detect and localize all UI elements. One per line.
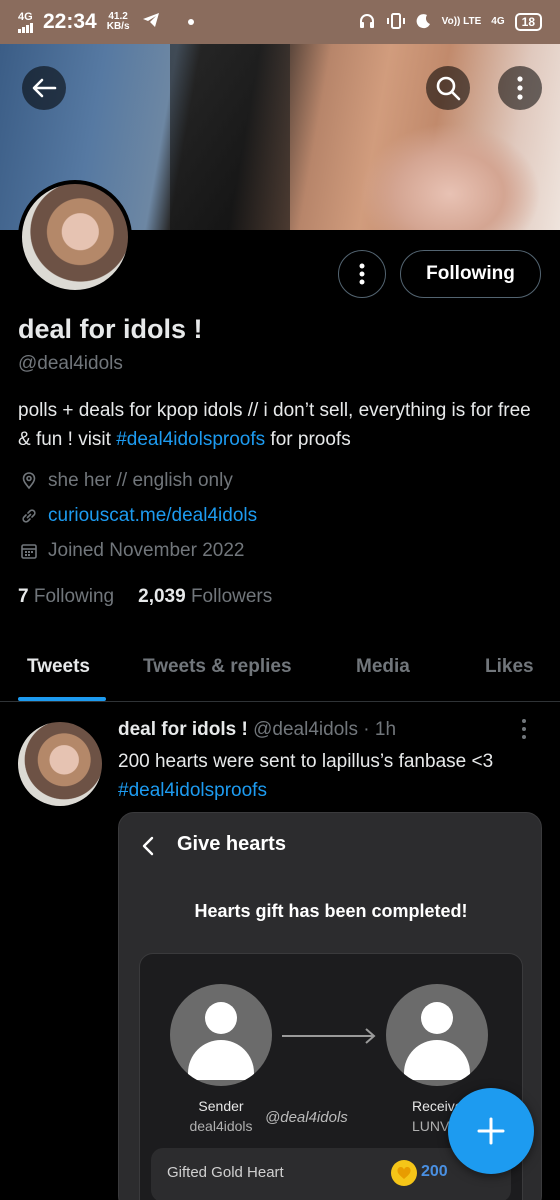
more-vertical-icon xyxy=(359,263,365,285)
sender-avatar-icon xyxy=(170,984,272,1086)
gift-label: Gifted Gold Heart xyxy=(167,1164,284,1181)
tweet-separator: · xyxy=(363,719,370,740)
tweet-text: 200 hearts were sent to lapillus’s fanba… xyxy=(118,747,548,805)
media-subtitle: Hearts gift has been completed! xyxy=(194,901,468,921)
search-icon xyxy=(436,76,461,101)
active-tab-indicator xyxy=(18,697,106,701)
profile-name: deal for idols ! xyxy=(18,314,203,344)
tab-likes[interactable]: Likes xyxy=(485,656,534,678)
tweet-hashtag-link[interactable]: #deal4idolsproofs xyxy=(118,776,548,805)
plus-icon xyxy=(477,1117,505,1145)
lte-indicator: 4G xyxy=(491,15,505,27)
tab-tweets[interactable]: Tweets xyxy=(27,656,90,678)
back-button[interactable] xyxy=(22,66,66,110)
calendar-icon xyxy=(21,544,37,559)
profile-bio: polls + deals for kpop idols // i don’t … xyxy=(18,396,543,454)
gold-heart-icon xyxy=(391,1160,417,1186)
more-vertical-icon xyxy=(517,76,523,100)
vibrate-icon xyxy=(386,12,406,33)
profile-avatar[interactable] xyxy=(18,180,132,294)
tweet-body: 200 hearts were sent to lapillus’s fanba… xyxy=(118,751,494,772)
chevron-left-icon xyxy=(142,836,154,856)
joined-text: Joined November 2022 xyxy=(48,540,245,561)
watermark-text: @deal4idols xyxy=(265,1109,348,1126)
compose-tweet-button[interactable] xyxy=(448,1088,534,1174)
search-button[interactable] xyxy=(426,66,470,110)
tab-media[interactable]: Media xyxy=(356,656,410,678)
tweet-avatar[interactable] xyxy=(18,722,102,806)
profile-more-button[interactable] xyxy=(338,250,386,298)
sender-name: deal4idols xyxy=(189,1118,253,1134)
follow-stats: 7 Following 2,039 Followers xyxy=(18,586,272,608)
tweet-author-name[interactable]: deal for idols ! xyxy=(118,719,248,740)
volte-indicator: Vo)) LTE xyxy=(441,15,482,27)
battery-icon: 18 xyxy=(514,13,542,31)
gift-value: 200 xyxy=(421,1163,448,1180)
tweet-time: 1h xyxy=(374,719,397,740)
headphones-icon xyxy=(358,12,376,33)
following-button[interactable]: Following xyxy=(400,250,541,298)
tweet-more-button[interactable] xyxy=(520,718,528,745)
tweet-author-handle: @deal4idols xyxy=(253,719,358,740)
website-link[interactable]: curiouscat.me/deal4idols xyxy=(48,505,257,527)
media-title: Give hearts xyxy=(177,833,286,855)
link-icon xyxy=(22,509,36,523)
telegram-icon xyxy=(142,12,160,33)
do-not-disturb-icon xyxy=(416,13,432,32)
location-row: she her // english only xyxy=(20,470,233,492)
status-bar: 4G 22:34 41.2 KB/s Vo)) LTE 4G 18 xyxy=(0,0,560,44)
receiver-avatar-icon xyxy=(386,984,488,1086)
more-vertical-icon xyxy=(522,719,526,739)
tab-tweets-replies[interactable]: Tweets & replies xyxy=(143,656,292,678)
notification-dot-icon xyxy=(187,19,194,25)
joined-row: Joined November 2022 xyxy=(20,540,244,562)
bio-suffix: for proofs xyxy=(265,429,351,450)
clock: 22:34 xyxy=(43,10,97,33)
location-text: she her // english only xyxy=(48,470,233,491)
location-pin-icon xyxy=(22,472,36,490)
arrow-left-icon xyxy=(32,78,57,98)
arrow-right-icon xyxy=(282,1028,376,1044)
overflow-menu-button[interactable] xyxy=(498,66,542,110)
signal-icon: 4G xyxy=(18,11,33,33)
followers-stat[interactable]: 2,039 Followers xyxy=(138,586,272,608)
network-speed: 41.2 KB/s xyxy=(106,10,130,32)
bio-hashtag-link[interactable]: #deal4idolsproofs xyxy=(116,429,265,450)
profile-handle: @deal4idols xyxy=(18,353,123,374)
tweet-header: deal for idols ! @deal4idols · 1h xyxy=(118,719,396,741)
following-stat[interactable]: 7 Following xyxy=(18,586,114,608)
profile-tabs: Tweets Tweets & replies Media Likes xyxy=(0,640,560,702)
sender-label: Sender xyxy=(198,1098,244,1114)
website-row: curiouscat.me/deal4idols xyxy=(20,505,257,527)
